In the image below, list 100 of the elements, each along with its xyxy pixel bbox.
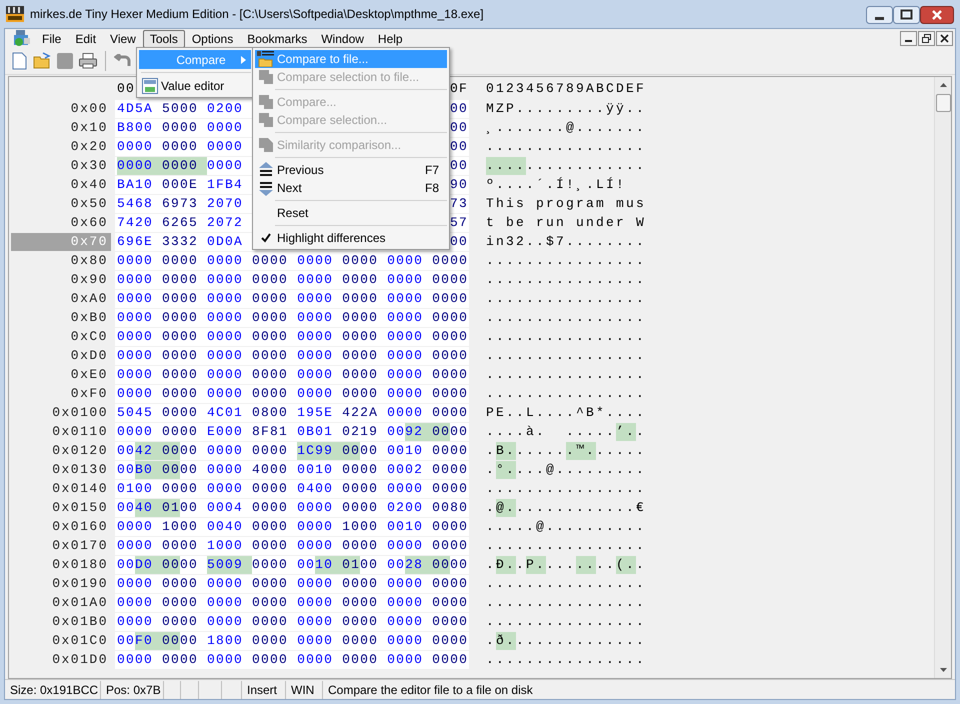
status-position: Pos: 0x7B <box>101 680 164 698</box>
ascii-text: t be run under W <box>486 214 646 232</box>
open-folder-icon[interactable] <box>33 52 51 70</box>
row-offset: 0x0150 <box>51 498 109 516</box>
close-icon[interactable] <box>936 31 953 46</box>
ascii-text: ................ <box>486 290 646 308</box>
printer-icon[interactable] <box>79 53 97 69</box>
down-arrow-icon <box>258 180 274 196</box>
hex-value: 0092 <box>387 422 432 440</box>
ascii-text: .Ð..P........(.. <box>486 556 646 574</box>
ascii-text: ................ <box>486 252 646 270</box>
status-message: Compare the editor file to a file on disk <box>327 682 534 698</box>
close-icon[interactable] <box>920 6 954 24</box>
row-offset: 0xA0 <box>70 290 109 308</box>
ascii-text: ................ <box>486 346 646 364</box>
folder-compare-icon <box>257 51 275 67</box>
minimize-button[interactable] <box>900 31 917 46</box>
ascii-text: ................ <box>486 574 646 592</box>
row-offset: 0x0190 <box>51 574 109 592</box>
hex-value: 0040 <box>117 498 162 516</box>
menu-item[interactable]: Value editor <box>139 76 251 95</box>
maximize-button[interactable] <box>893 6 920 24</box>
row-offset: 0x01A0 <box>51 594 109 612</box>
ascii-text: .ð.............. <box>486 632 646 650</box>
row-offset: 0x0160 <box>51 518 109 536</box>
hex-value: 0000 <box>117 156 162 174</box>
row-offset: 0x0140 <box>51 480 109 498</box>
scrollbar[interactable] <box>934 77 951 678</box>
up-arrow-icon <box>258 162 274 178</box>
minimize-button[interactable] <box>866 6 893 24</box>
row-offset: 0x01B0 <box>51 612 109 630</box>
hex-value: 00B0 <box>117 460 162 478</box>
app-menu-icon[interactable] <box>13 30 31 47</box>
row-offset: 0x0120 <box>51 442 109 460</box>
ascii-text: .@.............€ <box>486 498 646 516</box>
hex-value: 0042 <box>117 442 162 460</box>
column-header: 00 <box>117 80 136 98</box>
row-offset: 0x10 <box>70 118 109 136</box>
row-offset: 0xF0 <box>70 384 109 402</box>
column-header: 0F <box>449 80 468 98</box>
menu-item[interactable]: Next F8 <box>255 179 447 197</box>
menu-item[interactable]: Tools <box>142 30 185 48</box>
row-offset: 0x40 <box>70 176 109 194</box>
window-title: mirkes.de Tiny Hexer Medium Edition - [C:\Users\Softpedia\Desktop\mpthme_18.exe] <box>30 6 484 23</box>
compare-icon <box>258 69 274 85</box>
row-offset: 0xC0 <box>70 328 109 346</box>
ascii-text: This program mus <box>486 194 646 212</box>
hex-value: 1C99 <box>297 442 342 460</box>
row-offset: 0x20 <box>70 138 109 156</box>
status-mode: Insert <box>242 680 286 698</box>
ascii-text: .....@.......... <box>486 518 646 536</box>
ascii-text: ................ <box>486 594 646 612</box>
row-offset: 0xD0 <box>70 346 109 364</box>
menu-item[interactable]: Edit <box>68 30 104 48</box>
compare-icon <box>258 137 274 153</box>
status-size: Size: 0x191BCC <box>5 680 101 698</box>
row-offset: 0x0130 <box>51 460 109 478</box>
row-offset: 0x0170 <box>51 536 109 554</box>
column-header: 0123456789ABCDEF <box>486 80 646 98</box>
ascii-text: ................ <box>486 384 646 402</box>
row-offset: 0x0180 <box>51 556 109 574</box>
menu-item[interactable]: File <box>35 30 68 48</box>
undo-icon[interactable] <box>114 54 132 68</box>
restore-button[interactable] <box>918 31 935 46</box>
ascii-text: ................ <box>486 536 646 554</box>
ascii-text: ¸.......@....... <box>486 118 646 136</box>
scroll-thumb[interactable] <box>936 94 950 112</box>
row-offset: 0xB0 <box>70 308 109 326</box>
menu-item[interactable]: View <box>103 30 143 48</box>
row-offset: 0x01C0 <box>51 632 109 650</box>
row-offset: 0x90 <box>70 270 109 288</box>
new-file-icon[interactable] <box>11 52 27 70</box>
row-offset: 0x50 <box>70 194 109 212</box>
row-offset: 0x80 <box>70 252 109 270</box>
ascii-text: ................ <box>486 308 646 326</box>
menu-item[interactable]: Reset <box>255 204 447 222</box>
menu-item[interactable]: Highlight differences <box>255 229 447 247</box>
ascii-text: ................ <box>486 270 646 288</box>
menu-item[interactable]: Help <box>370 30 410 48</box>
ascii-text: ................ <box>486 328 646 346</box>
compare-icon <box>258 112 274 128</box>
menu-item[interactable]: Previous F7 <box>255 161 447 179</box>
ascii-text: ....à. .....’.. <box>486 422 646 440</box>
row-offset: 0x70 <box>11 232 111 250</box>
row-offset: 0x01D0 <box>51 650 109 668</box>
menu-item[interactable]: Bookmarks <box>240 30 314 48</box>
row-offset: 0x60 <box>70 214 109 232</box>
compare-icon <box>258 94 274 110</box>
ascii-text: PE..L....^B*.... <box>486 404 646 422</box>
hex-value: 5009 <box>207 556 252 574</box>
ascii-text: ................ <box>486 366 646 384</box>
ascii-text: MZP.........ÿÿ.. <box>486 100 646 118</box>
ascii-text: º....´.Í!¸.LÍ! <box>486 176 628 194</box>
menu-item[interactable]: Options <box>184 30 240 48</box>
hex-value: 00F0 <box>117 632 162 650</box>
app-icon <box>6 6 24 22</box>
row-offset: 0x30 <box>70 156 109 174</box>
menu-item[interactable]: Window <box>314 30 371 48</box>
status-charset: WIN <box>286 680 323 698</box>
ascii-text: ................ <box>486 650 646 668</box>
